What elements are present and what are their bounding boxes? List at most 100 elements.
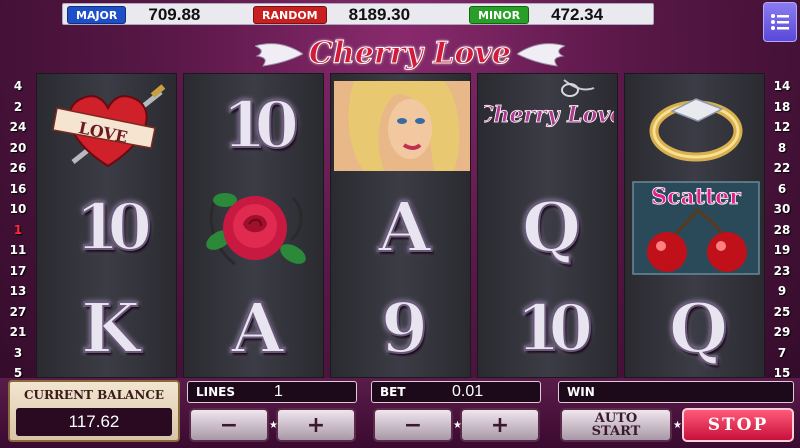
jackpot-bar: MAJOR 709.88 RANDOM 8189.30 MINOR 472.34 xyxy=(62,3,654,25)
jackpot-label: MAJOR xyxy=(67,6,127,24)
stop-button[interactable]: STOP xyxy=(682,408,794,442)
payline-number[interactable]: 22 xyxy=(767,158,797,179)
payline-number[interactable]: 17 xyxy=(3,261,33,282)
payline-number[interactable]: 20 xyxy=(3,138,33,159)
pendant-symbol: Cherry Love xyxy=(478,76,619,175)
payline-number[interactable]: 16 xyxy=(3,179,33,200)
balance-label: CURRENT BALANCE xyxy=(23,388,165,402)
symbol-label: K xyxy=(80,288,141,370)
wing-right-icon xyxy=(517,43,565,67)
symbol-10: 10 xyxy=(184,76,325,175)
payline-numbers-right: 14 18 12 8 22 6 30 28 19 23 9 25 29 7 15 xyxy=(767,76,797,384)
star-icon: ★ xyxy=(453,420,462,431)
symbol-label: 9 xyxy=(380,288,429,370)
payline-number[interactable]: 4 xyxy=(3,76,33,97)
bet-field: BET 0.01 xyxy=(371,381,541,403)
jackpot-value: 8189.30 xyxy=(348,5,411,24)
payline-number[interactable]: 14 xyxy=(767,76,797,97)
reel-3: A 9 xyxy=(330,73,471,378)
symbol-A: A xyxy=(331,178,472,277)
payline-number[interactable]: 9 xyxy=(767,281,797,302)
rose-symbol xyxy=(184,178,325,277)
payline-number[interactable]: 3 xyxy=(3,343,33,364)
symbol-9: 9 xyxy=(331,279,472,378)
bet-label: BET xyxy=(380,385,406,399)
payline-number[interactable]: 27 xyxy=(3,302,33,323)
payline-number[interactable]: 30 xyxy=(767,199,797,220)
symbol-label: 10 xyxy=(74,189,153,266)
scatter-symbol: Scatter xyxy=(625,178,766,277)
reels-area: LOVE 10 K 10 A A 9 Cherry Lov Q 10 Scatt… xyxy=(36,73,765,378)
rose-icon xyxy=(205,192,306,265)
star-icon: ★ xyxy=(269,420,278,431)
payline-number[interactable]: 10 xyxy=(3,199,33,220)
auto-start-button[interactable]: AUTO START xyxy=(560,408,672,442)
payline-number[interactable]: 12 xyxy=(767,117,797,138)
symbol-Q: Q xyxy=(625,279,766,378)
win-label: WIN xyxy=(567,385,595,399)
payline-number[interactable]: 18 xyxy=(767,97,797,118)
payline-number[interactable]: 2 xyxy=(3,97,33,118)
payline-number[interactable]: 1 xyxy=(3,220,33,241)
payline-number[interactable]: 19 xyxy=(767,240,797,261)
jackpot-value: 709.88 xyxy=(148,5,201,24)
gold-ring-icon xyxy=(649,97,742,161)
payline-number[interactable]: 29 xyxy=(767,322,797,343)
logo-text: Cherry Love xyxy=(309,36,512,72)
payline-number[interactable]: 6 xyxy=(767,179,797,200)
game-screen: MAJOR 709.88 RANDOM 8189.30 MINOR 472.34… xyxy=(0,0,800,448)
heart-dagger-icon: LOVE xyxy=(51,83,165,167)
lines-label: LINES xyxy=(196,385,235,399)
woman-symbol xyxy=(331,76,472,175)
payline-numbers-left: 4 2 24 20 26 16 10 1 11 17 13 27 21 3 5 xyxy=(3,76,33,384)
star-icon: ★ xyxy=(673,420,682,431)
lines-plus-button[interactable]: + xyxy=(276,408,356,442)
jackpot-label: RANDOM xyxy=(253,6,327,24)
payline-number[interactable]: 11 xyxy=(3,240,33,261)
payline-number[interactable]: 21 xyxy=(3,322,33,343)
bet-minus-button[interactable]: − xyxy=(373,408,453,442)
pendant-text: Cherry Love xyxy=(484,102,614,128)
bet-plus-button[interactable]: + xyxy=(460,408,540,442)
ring-symbol xyxy=(625,76,766,175)
lines-field: LINES 1 xyxy=(187,381,357,403)
reel-4: Cherry Love Q 10 xyxy=(477,73,618,378)
symbol-label: Q xyxy=(668,288,729,370)
jackpot-minor: MINOR 472.34 xyxy=(469,5,603,25)
reel-5: Scatter Q xyxy=(624,73,765,378)
lines-minus-button[interactable]: − xyxy=(189,408,269,442)
jackpot-major: MAJOR 709.88 xyxy=(67,5,200,25)
list-icon xyxy=(771,14,789,30)
pendant-icon: Cherry Love xyxy=(484,78,614,128)
current-balance-box: CURRENT BALANCE 117.62 xyxy=(8,380,180,442)
payline-number[interactable]: 8 xyxy=(767,138,797,159)
symbol-10: 10 xyxy=(478,279,619,378)
symbol-label: A xyxy=(230,288,285,370)
jackpot-value: 472.34 xyxy=(551,5,604,24)
payline-number[interactable]: 24 xyxy=(3,117,33,138)
reel-2: 10 A xyxy=(183,73,324,378)
symbol-label: 10 xyxy=(515,290,594,367)
symbol-label: 10 xyxy=(221,87,300,164)
scatter-text: Scatter xyxy=(651,184,741,210)
reel-1: LOVE 10 K xyxy=(36,73,177,378)
menu-button[interactable] xyxy=(763,2,797,42)
jackpot-label: MINOR xyxy=(469,6,530,24)
payline-number[interactable]: 7 xyxy=(767,343,797,364)
bet-value: 0.01 xyxy=(452,383,484,400)
lines-value: 1 xyxy=(274,383,283,400)
symbol-10: 10 xyxy=(37,178,178,277)
symbol-A: A xyxy=(184,279,325,378)
balance-value: 117.62 xyxy=(16,408,172,436)
jackpot-random: RANDOM 8189.30 xyxy=(253,5,410,25)
symbol-label: A xyxy=(377,187,432,269)
woman-portrait-icon xyxy=(333,80,470,171)
payline-number[interactable]: 25 xyxy=(767,302,797,323)
payline-number[interactable]: 26 xyxy=(3,158,33,179)
payline-number[interactable]: 23 xyxy=(767,261,797,282)
scatter-cherries-icon: Scatter xyxy=(631,180,760,275)
payline-number[interactable]: 28 xyxy=(767,220,797,241)
win-field: WIN xyxy=(558,381,794,403)
game-logo: Cherry Love xyxy=(255,36,565,76)
payline-number[interactable]: 13 xyxy=(3,281,33,302)
